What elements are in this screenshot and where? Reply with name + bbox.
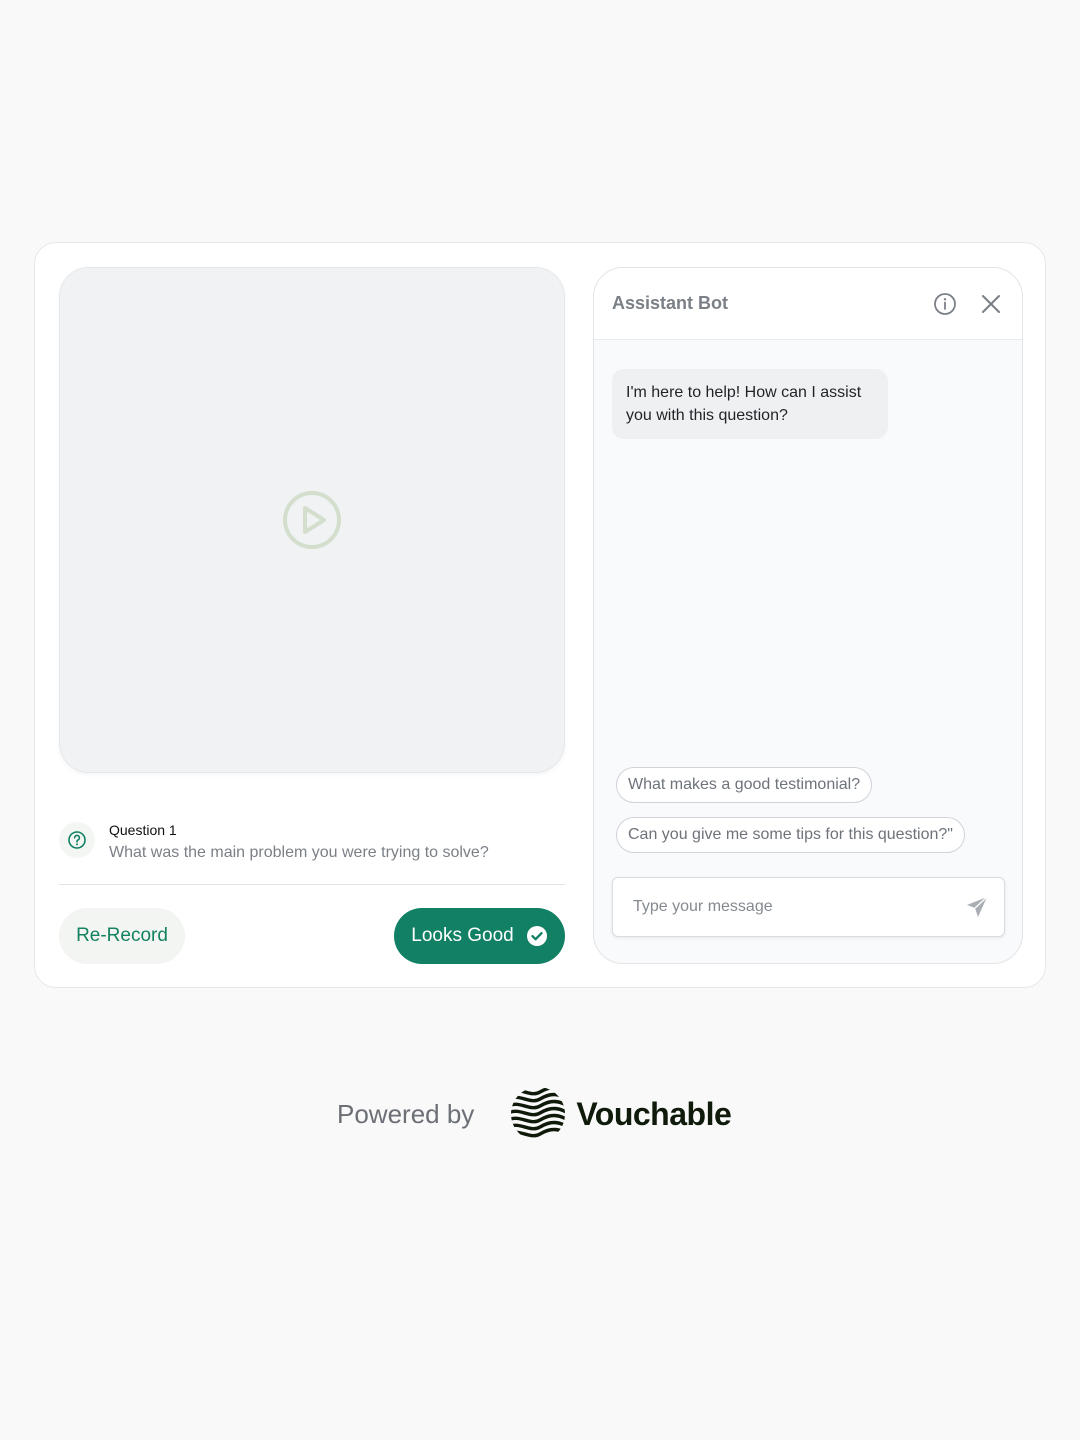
recording-card: Question 1 What was the main problem you… bbox=[34, 242, 1046, 988]
powered-by-label: Powered by bbox=[337, 1098, 475, 1129]
suggestion-chip[interactable]: Can you give me some tips for this quest… bbox=[616, 817, 965, 853]
powered-by-footer: Powered by Vouchable bbox=[337, 1086, 732, 1142]
re-record-button[interactable]: Re-Record bbox=[59, 908, 185, 964]
question-label: Question 1 bbox=[109, 822, 177, 838]
question-text: What was the main problem you were tryin… bbox=[109, 844, 489, 861]
close-icon[interactable] bbox=[978, 291, 1004, 317]
divider bbox=[59, 884, 565, 885]
question-circle-icon bbox=[68, 831, 86, 849]
assistant-chat-panel: Assistant Bot I'm here to help! How can … bbox=[593, 267, 1023, 964]
suggestion-chip[interactable]: What makes a good testimonial? bbox=[616, 767, 873, 803]
info-icon[interactable] bbox=[932, 291, 958, 317]
looks-good-label: Looks Good bbox=[411, 925, 514, 946]
question-text-group: Question 1 What was the main problem you… bbox=[109, 821, 489, 865]
brand-name: Vouchable bbox=[576, 1095, 732, 1132]
send-icon[interactable] bbox=[964, 894, 990, 920]
chat-title: Assistant Bot bbox=[612, 293, 729, 313]
looks-good-button[interactable]: Looks Good bbox=[394, 908, 565, 964]
play-circle-icon[interactable] bbox=[280, 488, 344, 552]
question-badge bbox=[59, 822, 95, 858]
bot-message: I'm here to help! How can I assist you w… bbox=[612, 369, 888, 439]
video-preview[interactable] bbox=[59, 267, 565, 773]
chat-header: Assistant Bot bbox=[594, 268, 1022, 340]
message-input[interactable] bbox=[633, 898, 964, 916]
question-block: Question 1 What was the main problem you… bbox=[59, 821, 565, 865]
check-circle-icon bbox=[526, 926, 547, 946]
vouchable-logo-icon bbox=[511, 1087, 566, 1138]
message-input-box bbox=[612, 877, 1005, 937]
